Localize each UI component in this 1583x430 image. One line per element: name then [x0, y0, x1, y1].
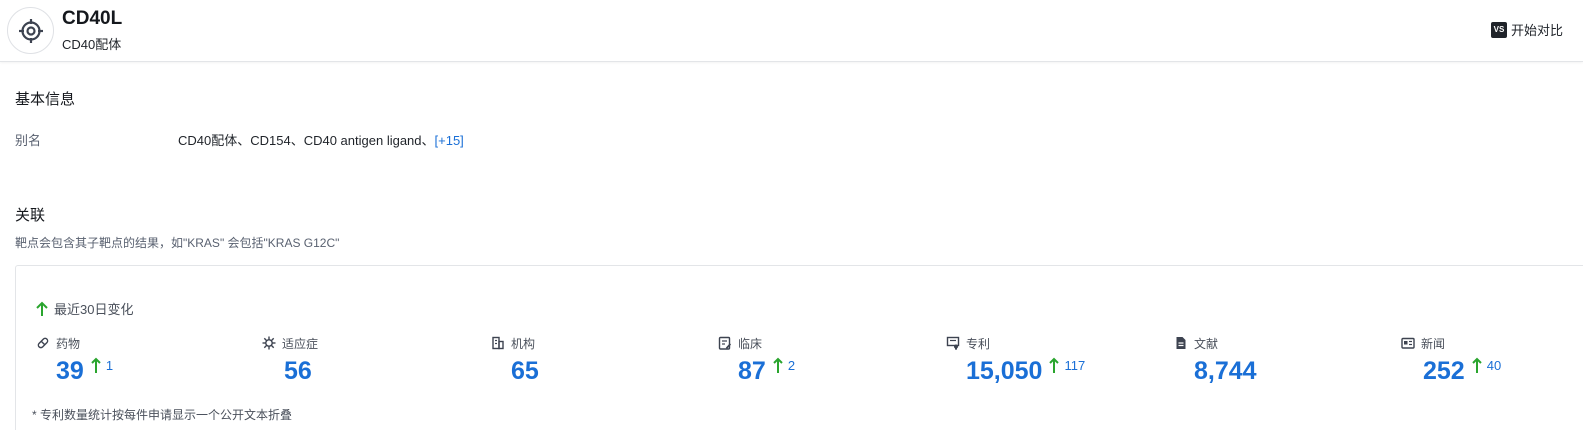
- vs-icon: VS: [1490, 21, 1507, 38]
- patent-icon: [946, 336, 960, 350]
- building-icon: [491, 336, 505, 350]
- clinical-icon: [718, 336, 732, 350]
- alias-more-link[interactable]: [+15]: [435, 133, 464, 148]
- arrow-up-icon: [91, 357, 101, 373]
- alias-label: 别名: [15, 133, 42, 148]
- stats-card: 最近30日变化 药物 39 1 适应症 56 机构 65 临床 87 2 专利 …: [15, 265, 1583, 430]
- stat-news: 新闻 252 40: [1401, 335, 1501, 385]
- target-icon: [18, 18, 43, 43]
- stat-label: 药物: [36, 335, 80, 351]
- news-icon: [1401, 336, 1415, 350]
- stat-change: 40: [1472, 357, 1501, 373]
- stat-clinical: 临床 87 2: [718, 335, 795, 385]
- page-subtitle: CD40配体: [62, 37, 122, 52]
- compare-label: 开始对比: [1510, 23, 1563, 38]
- alias-text: CD40配体、CD154、CD40 antigen ligand、: [178, 133, 435, 148]
- arrow-up-icon: [36, 301, 48, 316]
- stat-delta: 2: [787, 358, 796, 373]
- stat-value[interactable]: 39: [56, 355, 84, 387]
- stat-label: 适应症: [262, 335, 318, 351]
- stat-drugs: 药物 39 1: [36, 335, 113, 385]
- stat-change: 2: [773, 357, 795, 373]
- stat-value[interactable]: 252: [1423, 355, 1465, 387]
- stat-change: 117: [1049, 357, 1085, 373]
- arrow-up-icon: [1472, 357, 1482, 373]
- page-title: CD40L: [62, 8, 123, 29]
- pill-icon: [36, 336, 50, 350]
- stat-literature: 文献 8,744: [1174, 335, 1257, 385]
- stat-label: 临床: [718, 335, 762, 351]
- stat-value[interactable]: 56: [284, 355, 312, 387]
- stat-value[interactable]: 65: [511, 355, 539, 387]
- target-logo: [7, 7, 54, 54]
- stat-label: 专利: [946, 335, 990, 351]
- page-header: CD40L CD40配体 VS 开始对比: [0, 0, 1583, 62]
- stat-label: 文献: [1174, 335, 1218, 351]
- stat-label: 机构: [491, 335, 535, 351]
- stat-value[interactable]: 87: [738, 355, 766, 387]
- document-icon: [1174, 336, 1188, 350]
- arrow-up-icon: [1049, 357, 1060, 373]
- stat-value[interactable]: 8,744: [1194, 355, 1257, 387]
- stat-change: 1: [91, 357, 113, 373]
- related-note: 靶点会包含其子靶点的结果，如"KRAS" 会包括"KRAS G12C": [15, 236, 340, 250]
- patent-footnote: * 专利数量统计按每件申请显示一个公开文本折叠: [32, 408, 293, 422]
- recent-label: 最近30日变化: [54, 302, 134, 317]
- recent-changes: 最近30日变化: [36, 299, 133, 318]
- related-title: 关联: [15, 207, 46, 224]
- stat-delta: 1: [105, 358, 114, 373]
- stat-value[interactable]: 15,050: [966, 355, 1042, 387]
- stat-indications: 适应症 56: [262, 335, 318, 385]
- stat-delta: 40: [1486, 358, 1502, 373]
- basic-info-title: 基本信息: [15, 91, 76, 108]
- virus-icon: [262, 336, 276, 350]
- stat-organizations: 机构 65: [491, 335, 539, 385]
- alias-value: CD40配体、CD154、CD40 antigen ligand、[+15]: [178, 130, 464, 149]
- start-compare-button[interactable]: VS 开始对比: [1490, 20, 1563, 39]
- stat-delta: 117: [1064, 358, 1086, 373]
- arrow-up-icon: [773, 357, 783, 373]
- stat-label: 新闻: [1401, 335, 1445, 351]
- stat-patents: 专利 15,050 117: [946, 335, 1085, 385]
